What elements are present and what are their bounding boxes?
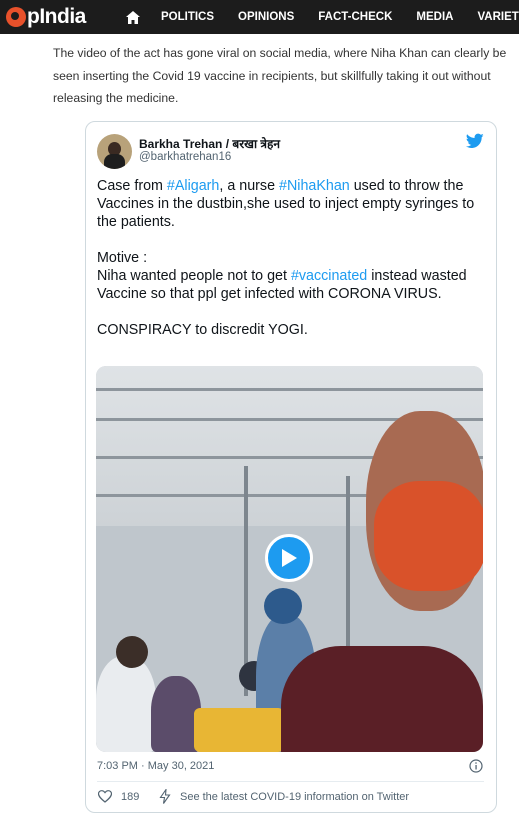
tweet-motive-label: Motive : [97,250,148,266]
video-mask [374,481,483,591]
play-button[interactable] [265,534,313,582]
tweet-divider [97,781,484,782]
avatar-body [104,154,125,169]
twitter-bird-icon[interactable] [466,133,484,149]
nav-item-media[interactable]: MEDIA [416,11,453,23]
video-table [194,708,284,752]
nav-item-variety[interactable]: VARIETY [477,11,519,23]
video-person-head [264,588,302,624]
info-icon[interactable] [469,759,483,773]
hashtag-vaccinated[interactable]: #vaccinated [291,268,367,284]
tweet-video[interactable] [96,366,483,752]
hashtag-aligarh[interactable]: #Aligarh [167,178,219,194]
like-count[interactable]: 189 [121,791,139,803]
article-paragraph: The video of the act has gone viral on s… [53,46,507,105]
nav-item-fact-check[interactable]: FACT-CHECK [318,11,392,23]
embedded-tweet[interactable]: Barkha Trehan / बरखा त्रेहन @barkhatreha… [85,121,497,813]
tweet-spacer [97,231,492,249]
main-nav: POLITICS OPINIONS FACT-CHECK MEDIA VARIE… [126,0,519,34]
site-header: pIndia POLITICS OPINIONS FACT-CHECK MEDI… [0,0,519,34]
tweet-text-part: Case from [97,178,167,194]
site-logo[interactable]: pIndia [6,4,86,30]
tweet-spacer [97,303,492,321]
tweet-paragraph-2: Niha wanted people not to get #vaccinate… [97,267,492,303]
covid-info-link[interactable]: See the latest COVID-19 information on T… [180,791,409,803]
tweet-paragraph-1: Case from #Aligarh, a nurse #NihaKhan us… [97,177,492,231]
video-person [96,656,156,752]
lightning-bolt-icon [159,789,171,804]
nav-item-opinions[interactable]: OPINIONS [238,11,294,23]
home-icon[interactable] [126,10,140,24]
tweet-text-part: , a nurse [219,178,279,194]
video-person-head [116,636,148,668]
tweet-text-part: Niha wanted people not to get [97,268,291,284]
tweet-timestamp[interactable]: 7:03 PM · May 30, 2021 [97,760,214,772]
tweet-paragraph-3: CONSPIRACY to discredit YOGI. [97,322,308,338]
tweet-author-name[interactable]: Barkha Trehan / बरखा त्रेहन [139,135,280,152]
heart-icon[interactable] [98,790,112,803]
video-roof-beam [96,388,483,391]
play-icon [282,549,297,567]
hashtag-nihakhan[interactable]: #NihaKhan [279,178,350,194]
video-person-foreground [281,646,483,752]
tweet-author-handle[interactable]: @barkhatrehan16 [139,151,231,163]
tweet-text: Case from #Aligarh, a nurse #NihaKhan us… [97,177,492,339]
avatar[interactable] [97,134,132,169]
logo-mark-icon [6,7,26,27]
logo-text: pIndia [27,5,86,28]
nav-item-politics[interactable]: POLITICS [161,11,214,23]
